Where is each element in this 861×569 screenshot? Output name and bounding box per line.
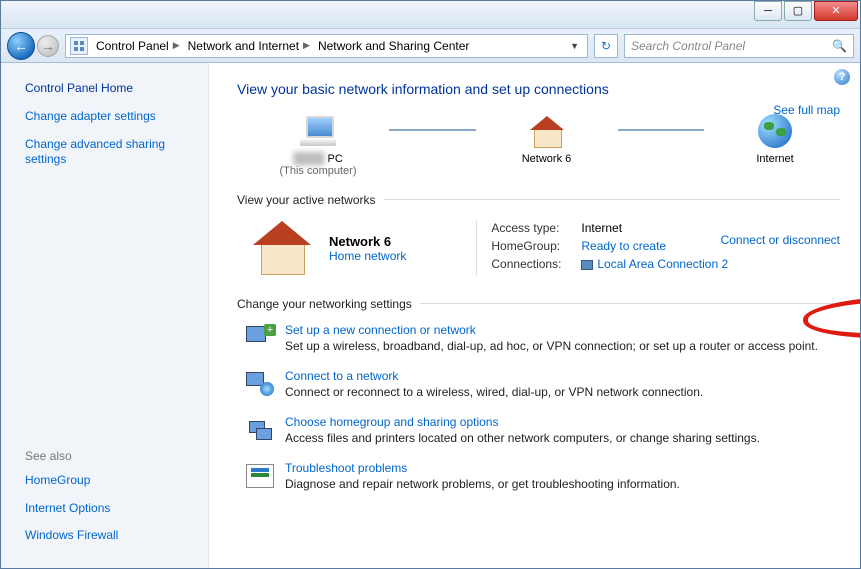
control-panel-home-link[interactable]: Control Panel Home	[25, 81, 192, 95]
task-desc: Connect or reconnect to a wireless, wire…	[285, 385, 703, 399]
networking-settings-header: Change your networking settings	[237, 297, 412, 311]
seealso-internet-options[interactable]: Internet Options	[25, 501, 192, 517]
chevron-right-icon: ▶	[303, 40, 310, 51]
active-network: Network 6 Home network Access type: Inte…	[253, 221, 840, 275]
chevron-right-icon: ▶	[173, 40, 180, 51]
breadcrumb[interactable]: Control Panel▶	[92, 35, 184, 57]
titlebar: ─ ▢ ✕	[1, 1, 860, 29]
navbar: ← → Control Panel▶ Network and Internet▶…	[1, 29, 860, 63]
house-icon	[530, 116, 564, 146]
active-networks-header: View your active networks	[237, 193, 376, 207]
task-connect-network[interactable]: Connect to a network Connect or reconnect…	[243, 369, 840, 399]
address-bar[interactable]: Control Panel▶ Network and Internet▶ Net…	[65, 34, 588, 58]
breadcrumb[interactable]: Network and Internet▶	[184, 35, 314, 57]
help-icon[interactable]: ?	[834, 69, 850, 85]
sidebar-link-adapter[interactable]: Change adapter settings	[25, 109, 192, 125]
see-also-header: See also	[25, 449, 192, 463]
forward-button[interactable]: →	[37, 35, 59, 57]
seealso-homegroup[interactable]: HomeGroup	[25, 473, 192, 489]
nic-icon	[581, 260, 593, 270]
seealso-firewall[interactable]: Windows Firewall	[25, 528, 192, 544]
homegroup-icon	[243, 415, 277, 445]
map-connector	[389, 129, 476, 131]
task-desc: Access files and printers located on oth…	[285, 431, 760, 445]
task-title[interactable]: Choose homegroup and sharing options	[285, 415, 498, 429]
connections-label: Connections:	[491, 257, 581, 271]
maximize-button[interactable]: ▢	[784, 1, 812, 21]
minimize-button[interactable]: ─	[754, 1, 782, 21]
task-title[interactable]: Connect to a network	[285, 369, 398, 383]
address-dropdown[interactable]: ▼	[566, 41, 583, 51]
globe-icon	[758, 114, 792, 148]
search-input[interactable]: Search Control Panel 🔍	[624, 34, 854, 58]
task-setup-connection[interactable]: Set up a new connection or network Set up…	[243, 323, 840, 353]
control-panel-icon	[70, 37, 88, 55]
main-panel: ? View your basic network information an…	[209, 63, 860, 568]
see-full-map-link[interactable]: See full map	[773, 103, 840, 117]
map-node-network[interactable]: Network 6	[482, 111, 612, 177]
map-node-pc[interactable]: ████ PC (This computer)	[253, 111, 383, 177]
sidebar-link-sharing[interactable]: Change advanced sharing settings	[25, 137, 192, 168]
search-icon: 🔍	[832, 39, 847, 53]
connection-link[interactable]: Local Area Connection 2	[597, 257, 728, 271]
task-title[interactable]: Set up a new connection or network	[285, 323, 476, 337]
access-type-value: Internet	[581, 221, 622, 235]
connect-disconnect-link[interactable]: Connect or disconnect	[721, 233, 840, 247]
sidebar: Control Panel Home Change adapter settin…	[1, 63, 209, 568]
task-desc: Diagnose and repair network problems, or…	[285, 477, 680, 491]
back-button[interactable]: ←	[7, 32, 35, 60]
breadcrumb[interactable]: Network and Sharing Center	[314, 35, 473, 57]
network-name: Network 6	[329, 234, 406, 249]
task-desc: Set up a wireless, broadband, dial-up, a…	[285, 339, 818, 353]
map-node-internet[interactable]: Internet	[710, 111, 840, 177]
troubleshoot-icon	[243, 461, 277, 491]
network-house-icon[interactable]	[253, 221, 313, 275]
network-type-link[interactable]: Home network	[329, 249, 406, 263]
page-title: View your basic network information and …	[237, 81, 840, 97]
task-title[interactable]: Troubleshoot problems	[285, 461, 407, 475]
setup-connection-icon	[243, 323, 277, 353]
network-map: ████ PC (This computer) Network 6 Intern…	[253, 111, 840, 177]
map-connector	[618, 129, 705, 131]
close-button[interactable]: ✕	[814, 1, 858, 21]
homegroup-label: HomeGroup:	[491, 239, 581, 253]
computer-icon	[300, 116, 336, 146]
task-troubleshoot[interactable]: Troubleshoot problems Diagnose and repair…	[243, 461, 840, 491]
refresh-button[interactable]: ↻	[594, 34, 618, 58]
connect-network-icon	[243, 369, 277, 399]
search-placeholder: Search Control Panel	[631, 39, 745, 53]
homegroup-link[interactable]: Ready to create	[581, 239, 666, 253]
task-homegroup[interactable]: Choose homegroup and sharing options Acce…	[243, 415, 840, 445]
access-type-label: Access type:	[491, 221, 581, 235]
pc-name-obscured: ████	[293, 153, 324, 165]
